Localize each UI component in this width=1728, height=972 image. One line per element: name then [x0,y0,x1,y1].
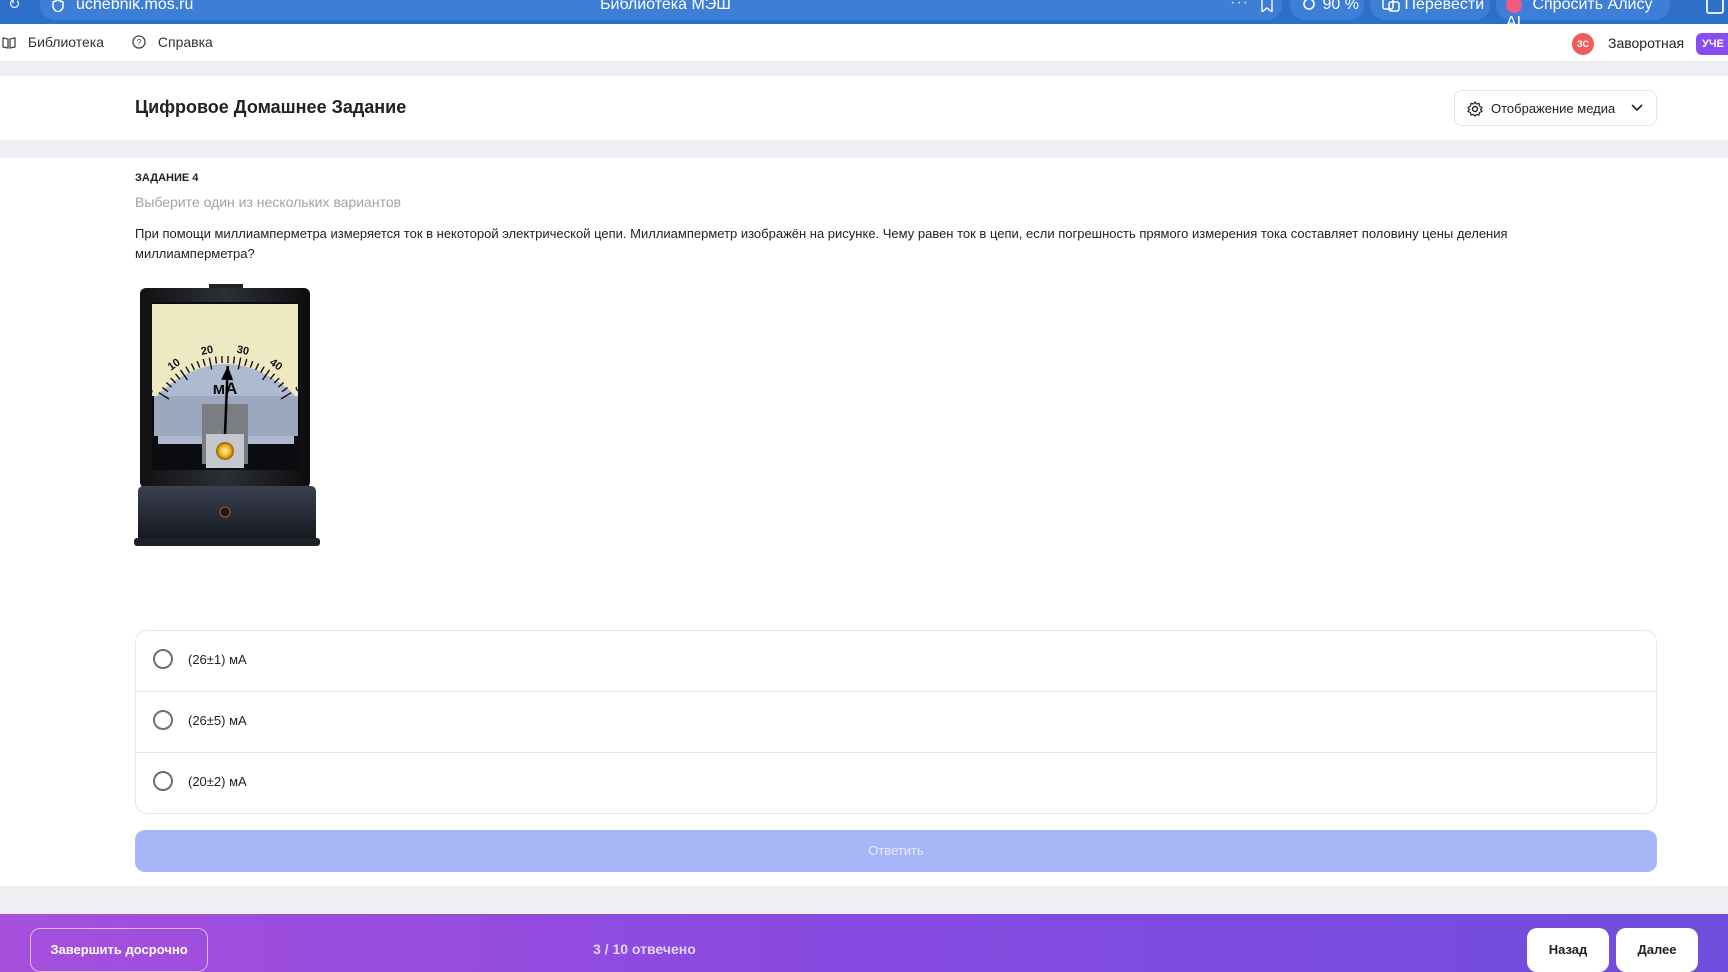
help-icon: ? [132,35,146,49]
meter-terminal [219,506,231,518]
meter-scale-label: 20 [200,344,214,358]
zoom-level: 90 % [1322,0,1359,13]
sidebar-panel-icon[interactable] [1706,0,1724,14]
tab-title: Библиотека МЭШ [600,0,731,13]
bottom-bar: Завершить досрочно 3 / 10 отвечено Назад… [0,914,1728,972]
next-button[interactable]: Далее [1616,928,1698,972]
bookmark-icon[interactable] [1260,0,1274,12]
nav-library-label: Библиотека [27,34,105,50]
page-header: Цифровое Домашнее Задание Отображение ме… [0,76,1728,140]
meter-base-rim [134,538,320,546]
back-button[interactable]: Назад [1527,928,1609,972]
page-title: Цифровое Домашнее Задание [135,97,407,117]
meter-tick [232,356,236,364]
translate-button[interactable]: Перевести [1370,0,1490,20]
zoom-icon [1303,0,1315,10]
task-card: ЗАДАНИЕ 4 Выберите один из нескольких ва… [0,158,1728,886]
translate-icon [1382,0,1400,12]
site-nav: Библиотека ? Справка ЗС Заворотная УЧЕ [0,24,1728,62]
shield-icon [52,0,64,12]
submit-answer-button[interactable]: Ответить [135,830,1657,872]
svg-text:?: ? [136,38,141,48]
media-display-button[interactable]: Отображение медиа [1454,90,1657,126]
answer-option-2[interactable]: (26±5) мА [136,692,1656,753]
meter-unit-label: мА [213,379,238,398]
task-question: При помощи миллиамперметра измеряется то… [135,226,1508,261]
translate-label: Перевести [1404,0,1485,13]
url-text: uchebnik.mos.ru [76,0,194,13]
answer-options: (26±1) мА (26±5) мА (20±2) мА [135,630,1657,814]
meter-lamp [216,442,234,460]
reload-icon[interactable]: ↻ [8,0,24,14]
progress-counter: 3 / 10 отвечено [593,941,696,957]
nav-help[interactable]: ? Справка [132,34,213,50]
role-badge[interactable]: УЧЕ [1696,33,1728,55]
radio-button[interactable] [153,771,173,791]
radio-button[interactable] [153,649,173,669]
chevron-down-icon [1631,104,1643,112]
task-hint: Выберите один из нескольких вариантов [135,194,402,210]
answer-option-1[interactable]: (26±1) мА [136,631,1656,692]
user-name[interactable]: Заворотная [1608,35,1684,51]
user-avatar[interactable]: ЗС [1572,33,1594,55]
meter-scale-label: 30 [236,344,250,358]
browser-toolbar: ↻ uchebnik.mos.ru Библиотека МЭШ ··· 90 … [0,0,1728,31]
task-number: ЗАДАНИЕ 4 [135,172,199,184]
gear-icon [1467,101,1483,117]
alice-logo-icon [1506,0,1522,13]
answer-label: (26±1) мА [188,652,247,667]
answer-option-3[interactable]: (20±2) мА [136,753,1656,813]
radio-button[interactable] [153,710,173,730]
ask-alice-button[interactable]: Спросить Алису AI [1496,0,1670,31]
nav-help-label: Справка [157,34,213,50]
more-icon[interactable]: ··· [1230,0,1249,12]
book-icon [2,37,16,49]
finish-early-button[interactable]: Завершить досрочно [30,928,208,972]
media-display-label: Отображение медиа [1491,101,1616,116]
zoom-button[interactable]: 90 % [1290,0,1364,20]
meter-tick [214,356,218,364]
answer-label: (20±2) мА [188,774,247,789]
answer-label: (26±5) мА [188,713,247,728]
nav-library[interactable]: Библиотека [2,34,104,50]
milliammeter-image: 01020 304050 мА [134,284,320,546]
